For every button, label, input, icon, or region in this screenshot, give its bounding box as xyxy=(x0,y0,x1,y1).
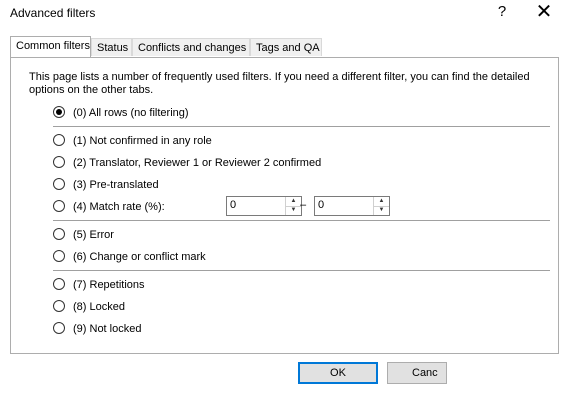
tab-status[interactable]: Status xyxy=(91,38,132,56)
radio-button[interactable] xyxy=(53,178,65,190)
radio-button[interactable] xyxy=(53,200,65,212)
close-icon[interactable]: ✕ xyxy=(534,0,554,24)
radio-button[interactable] xyxy=(53,250,65,262)
tab-common-filters[interactable]: Common filters xyxy=(10,36,91,57)
option-label: (0) All rows (no filtering) xyxy=(73,107,189,119)
ok-button[interactable]: OK xyxy=(298,362,378,384)
separator xyxy=(53,270,550,271)
option-label: (1) Not confirmed in any role xyxy=(73,135,212,147)
option-label: (5) Error xyxy=(73,229,114,241)
radio-button[interactable] xyxy=(53,278,65,290)
option-label: (3) Pre-translated xyxy=(73,179,159,191)
option-match-rate[interactable]: (4) Match rate (%): xyxy=(53,199,353,215)
spinner-value[interactable]: 0 xyxy=(230,199,236,211)
option-label: (8) Locked xyxy=(73,301,125,313)
match-rate-from-spinner[interactable]: 0 ▲ ▼ xyxy=(226,196,302,216)
radio-button[interactable] xyxy=(53,156,65,168)
spinner-value[interactable]: 0 xyxy=(318,199,324,211)
option-label: (4) Match rate (%): xyxy=(73,201,165,213)
separator xyxy=(53,126,550,127)
radio-button[interactable] xyxy=(53,106,65,118)
radio-button[interactable] xyxy=(53,228,65,240)
filter-panel: This page lists a number of frequently u… xyxy=(10,57,559,354)
option-label: (2) Translator, Reviewer 1 or Reviewer 2… xyxy=(73,157,322,169)
radio-button[interactable] xyxy=(53,134,65,146)
description-text: This page lists a number of frequently u… xyxy=(29,71,530,96)
tab-conflicts-and-changes[interactable]: Conflicts and changes xyxy=(132,38,250,56)
tab-tags-and-qa[interactable]: Tags and QA xyxy=(250,38,322,56)
spin-down-icon[interactable]: ▼ xyxy=(374,206,389,215)
separator xyxy=(53,220,550,221)
radio-button[interactable] xyxy=(53,322,65,334)
spin-down-icon[interactable]: ▼ xyxy=(286,206,301,215)
option-label: (7) Repetitions xyxy=(73,279,145,291)
option-label: (9) Not locked xyxy=(73,323,142,335)
option-label: (6) Change or conflict mark xyxy=(73,251,206,263)
radio-button[interactable] xyxy=(53,300,65,312)
help-icon[interactable]: ? xyxy=(494,3,510,20)
cancel-button[interactable]: Canc xyxy=(387,362,447,384)
window-title: Advanced filters xyxy=(10,6,96,20)
match-rate-to-spinner[interactable]: 0 ▲ ▼ xyxy=(314,196,390,216)
title-bar: Advanced filters ? ✕ xyxy=(0,0,570,28)
range-separator: – xyxy=(300,199,307,211)
